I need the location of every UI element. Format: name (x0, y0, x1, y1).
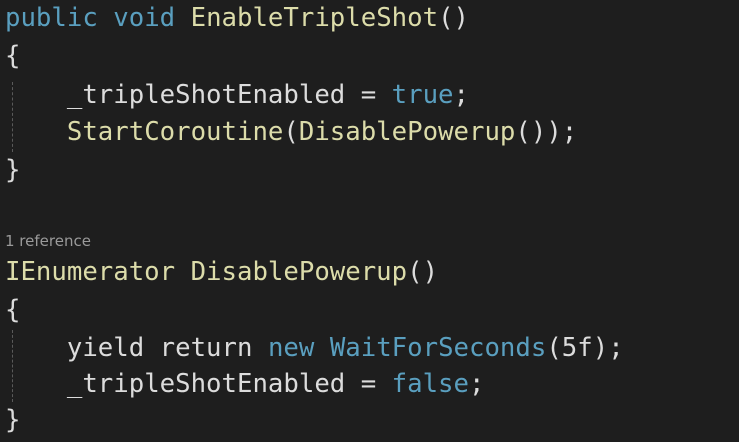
paren: ( (283, 117, 299, 147)
operator: = (345, 369, 392, 399)
operator: = (345, 80, 392, 110)
method-name: EnableTripleShot (190, 3, 439, 33)
paren: ); (546, 117, 578, 147)
code-line: _tripleShotEnabled = true; (5, 76, 469, 114)
semicolon: ; (468, 369, 485, 399)
code-line: } (5, 155, 21, 185)
keyword: new (267, 333, 330, 363)
indent-guide (12, 330, 13, 402)
code-line: public void EnableTripleShot() (5, 0, 469, 37)
params: () (438, 3, 469, 33)
semicolon: ; (453, 80, 469, 110)
code-line: } (5, 405, 21, 435)
code-line: yield return new WaitForSeconds(5f); (5, 329, 624, 367)
keyword: yield return (66, 333, 268, 363)
code-line: { (5, 41, 21, 71)
method-name: DisablePowerup (190, 257, 408, 287)
method-call: DisablePowerup (298, 117, 516, 147)
field: _tripleShotEnabled (66, 80, 346, 110)
args: (5f); (546, 333, 624, 363)
paren: () (515, 117, 547, 147)
code-line: _tripleShotEnabled = false; (5, 365, 485, 403)
indent-guide (12, 82, 13, 152)
code-line: StartCoroutine(DisablePowerup()); (5, 113, 577, 151)
keyword: public (5, 3, 98, 33)
code-line: { (5, 295, 21, 325)
code-line: IEnumerator DisablePowerup() (5, 253, 438, 291)
type-name: IEnumerator (5, 257, 176, 287)
class-name: WaitForSeconds (329, 333, 547, 363)
keyword: false (391, 369, 469, 399)
codelens-references[interactable]: 1 reference (5, 230, 91, 252)
method-call: StartCoroutine (66, 117, 284, 147)
keyword: true (391, 80, 454, 110)
keyword: void (113, 3, 176, 33)
field: _tripleShotEnabled (66, 369, 346, 399)
params: () (407, 257, 439, 287)
